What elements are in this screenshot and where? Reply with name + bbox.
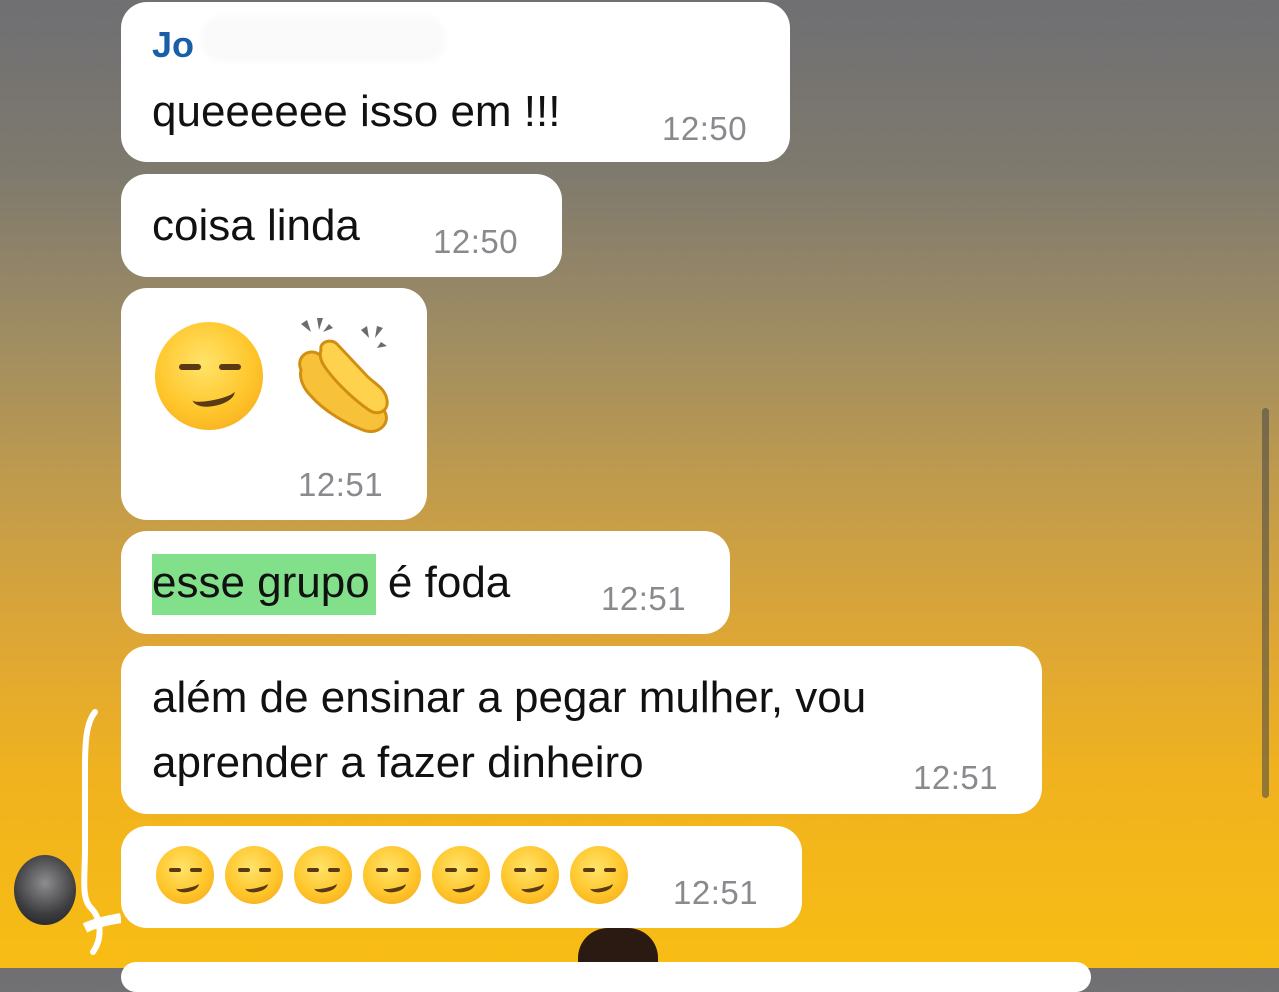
message-text: coisa linda xyxy=(152,201,360,250)
next-message-bubble[interactable] xyxy=(121,962,1091,992)
message-text-line-1: além de ensinar a pegar mulher, vou xyxy=(152,673,867,722)
smirking-face-icon xyxy=(570,846,628,904)
message-bubble[interactable]: 12:51 xyxy=(121,826,802,928)
message-time: 12:50 xyxy=(433,223,519,260)
message-bubble[interactable]: além de ensinar a pegar mulher, vou apre… xyxy=(121,646,1042,814)
message-text-rest: é foda xyxy=(375,558,511,607)
highlighted-text: esse grupo xyxy=(152,554,376,615)
scrollbar[interactable] xyxy=(1262,408,1269,798)
smirking-face-icon xyxy=(501,846,559,904)
message-time: 12:51 xyxy=(673,874,759,911)
smirking-face-icon xyxy=(363,846,421,904)
message-bubble[interactable]: coisa linda 12:50 xyxy=(121,174,562,277)
message-bubble[interactable]: Jo queeeeee isso em !!! 12:50 xyxy=(121,2,790,162)
smirking-face-icon xyxy=(432,846,490,904)
bubble-tail-icon xyxy=(81,709,121,955)
sender-name[interactable]: Jo xyxy=(152,27,194,63)
smirking-face-icon xyxy=(155,322,263,430)
message-time: 12:51 xyxy=(601,580,687,617)
message-text-line-2: aprender a fazer dinheiro xyxy=(152,738,644,787)
clapping-hands-icon xyxy=(298,318,389,433)
smirking-face-icon xyxy=(225,846,283,904)
message-text: queeeeee isso em !!! xyxy=(152,87,561,136)
smirking-face-icon xyxy=(156,846,214,904)
smirking-face-icon xyxy=(294,846,352,904)
message-text: esse grupo é foda xyxy=(152,554,511,615)
message-bubble[interactable]: esse grupo é foda 12:51 xyxy=(121,531,730,634)
message-time: 12:51 xyxy=(913,759,999,796)
message-time: 12:50 xyxy=(662,110,748,147)
avatar[interactable] xyxy=(14,855,76,925)
emoji-row xyxy=(156,846,639,909)
redacted-name-overlay xyxy=(201,16,446,62)
message-time: 12:51 xyxy=(298,466,384,503)
message-bubble[interactable]: 12:51 xyxy=(121,288,427,520)
